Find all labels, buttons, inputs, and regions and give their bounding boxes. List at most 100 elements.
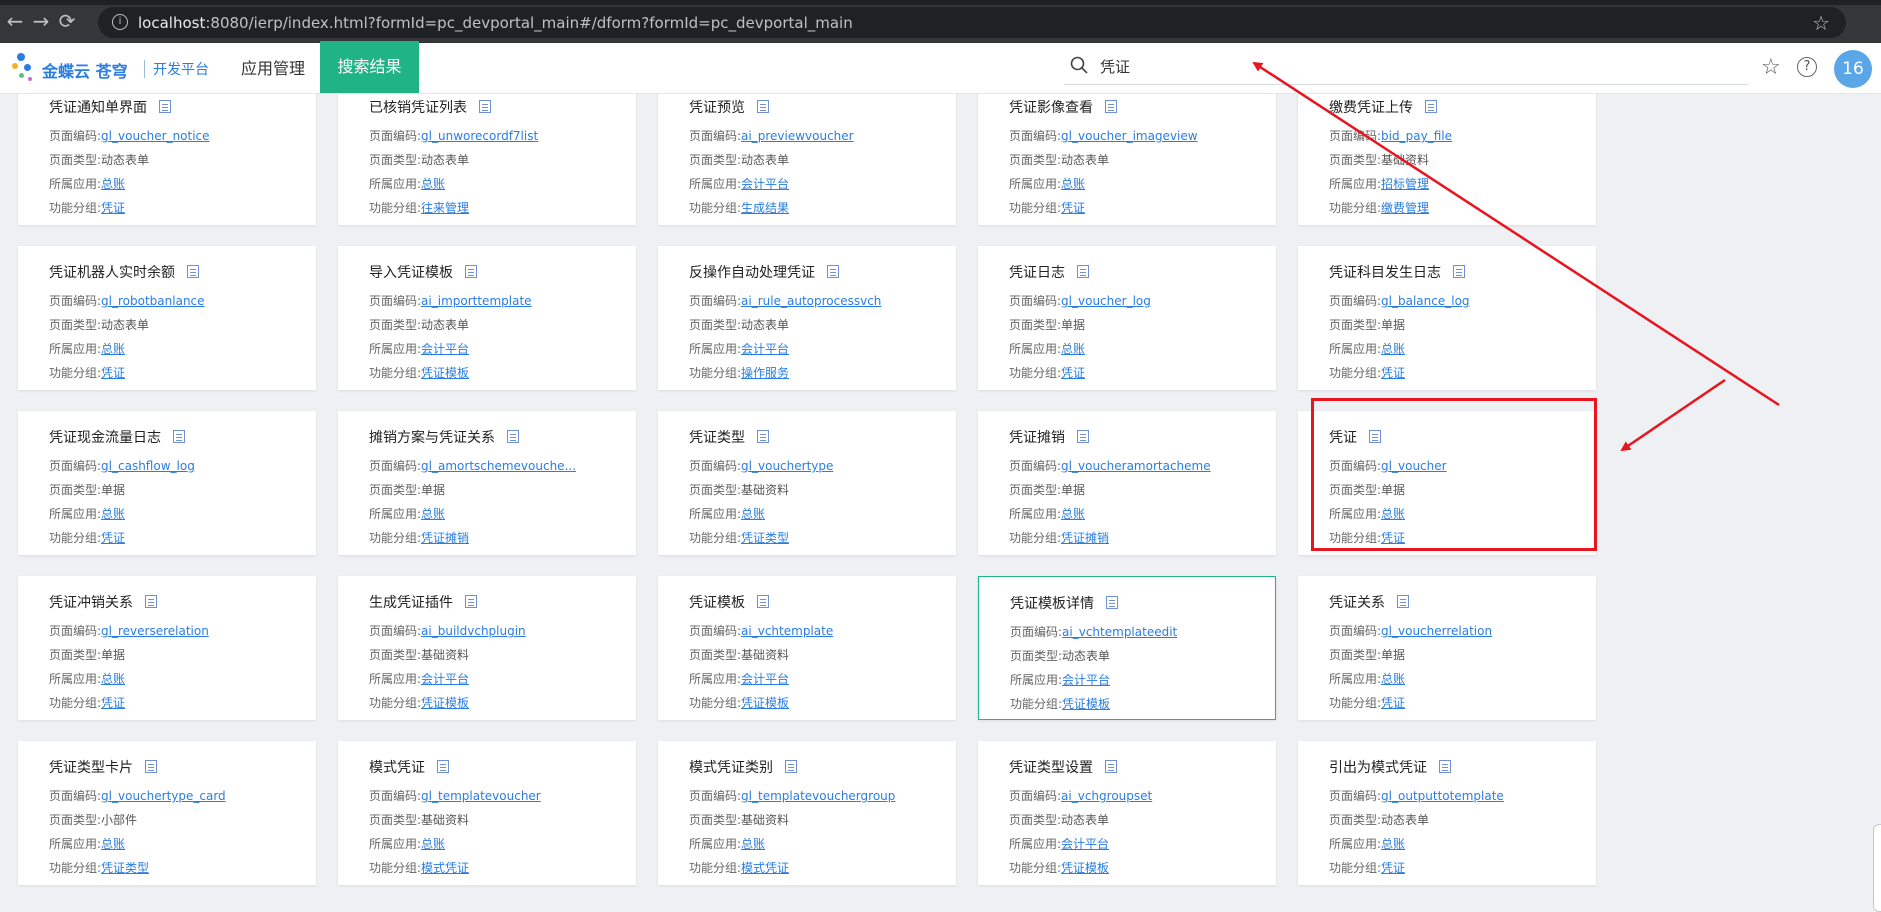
page-doc-icon[interactable] — [757, 100, 769, 113]
card-group-value[interactable]: 凭证模板 — [741, 696, 789, 710]
card-group-value[interactable]: 生成结果 — [741, 201, 789, 215]
card-app-value[interactable]: 总账 — [421, 507, 445, 521]
result-card[interactable]: 凭证日志 页面编码:gl_voucher_log 页面类型:单据 所属应用:总账 功能分… — [978, 246, 1276, 390]
result-card[interactable]: 凭证类型卡片 页面编码:gl_vouchertype_card 页面类型:小部件 所属… — [18, 741, 316, 885]
result-card[interactable]: 凭证关系 页面编码:gl_voucherrelation 页面类型:单据 所属应用:总… — [1298, 576, 1596, 720]
card-title[interactable]: 已核销凭证列表 — [369, 97, 491, 117]
card-title[interactable]: 凭证冲销关系 — [49, 592, 157, 612]
result-card[interactable]: 生成凭证插件 页面编码:ai_buildvchplugin 页面类型:基础资料 所属应… — [338, 576, 636, 720]
card-code-value[interactable]: ai_previewvoucher — [741, 129, 854, 143]
page-doc-icon[interactable] — [187, 265, 199, 278]
card-code-value[interactable]: bid_pay_file — [1381, 129, 1452, 143]
card-code-value[interactable]: gl_voucherrelation — [1381, 624, 1492, 638]
page-doc-icon[interactable] — [1077, 265, 1089, 278]
bookmark-star-icon[interactable]: ☆ — [1812, 11, 1830, 35]
card-group-value[interactable]: 凭证摊销 — [1061, 531, 1109, 545]
card-app-value[interactable]: 总账 — [101, 507, 125, 521]
card-title[interactable]: 引出为模式凭证 — [1329, 757, 1451, 777]
card-group-value[interactable]: 操作服务 — [741, 366, 789, 380]
result-card[interactable]: 缴费凭证上传 页面编码:bid_pay_file 页面类型:基础资料 所属应用:招标管… — [1298, 94, 1596, 225]
result-card[interactable]: 摊销方案与凭证关系 页面编码:gl_amortschemevouche... 页面类… — [338, 411, 636, 555]
card-title[interactable]: 导入凭证模板 — [369, 262, 477, 282]
card-code-value[interactable]: gl_outputtotemplate — [1381, 789, 1504, 803]
scrollbar-handle[interactable] — [1873, 824, 1881, 912]
result-card[interactable]: 凭证预览 页面编码:ai_previewvoucher 页面类型:动态表单 所属应用:… — [658, 94, 956, 225]
card-title[interactable]: 凭证科目发生日志 — [1329, 262, 1465, 282]
card-code-value[interactable]: gl_balance_log — [1381, 294, 1470, 308]
card-title[interactable]: 凭证现金流量日志 — [49, 427, 185, 447]
page-doc-icon[interactable] — [465, 595, 477, 608]
url-text[interactable]: localhost:8080/ierp/index.html?formId=pc… — [138, 14, 853, 32]
card-title[interactable]: 凭证日志 — [1009, 262, 1089, 282]
card-code-value[interactable]: gl_vouchertype — [741, 459, 833, 473]
result-card[interactable]: 凭证影像查看 页面编码:gl_voucher_imageview 页面类型:动态表单… — [978, 94, 1276, 225]
page-doc-icon[interactable] — [827, 265, 839, 278]
card-title[interactable]: 缴费凭证上传 — [1329, 97, 1437, 117]
logo[interactable]: 金蝶云 苍穹 开发平台 — [12, 51, 212, 85]
card-app-value[interactable]: 总账 — [101, 672, 125, 686]
card-code-value[interactable]: gl_unworecordf7list — [421, 129, 538, 143]
result-card[interactable]: 凭证类型 页面编码:gl_vouchertype 页面类型:基础资料 所属应用:总账功… — [658, 411, 956, 555]
nav-app-management[interactable]: 应用管理 — [228, 43, 318, 93]
card-app-value[interactable]: 总账 — [1381, 672, 1405, 686]
page-doc-icon[interactable] — [1397, 595, 1409, 608]
page-doc-icon[interactable] — [1425, 100, 1437, 113]
page-doc-icon[interactable] — [1105, 100, 1117, 113]
card-title[interactable]: 凭证摊销 — [1009, 427, 1089, 447]
card-app-value[interactable]: 总账 — [1061, 177, 1085, 191]
search-box[interactable] — [1064, 48, 1748, 85]
result-card[interactable]: 凭证模板详情 页面编码:ai_vchtemplateedit 页面类型:动态表单 所属… — [978, 576, 1276, 720]
card-group-value[interactable]: 凭证类型 — [741, 531, 789, 545]
card-group-value[interactable]: 凭证 — [1381, 366, 1405, 380]
result-card[interactable]: 凭证摊销 页面编码:gl_voucheramortacheme 页面类型:单据 所属应… — [978, 411, 1276, 555]
card-title[interactable]: 凭证类型 — [689, 427, 769, 447]
page-doc-icon[interactable] — [159, 100, 171, 113]
card-code-value[interactable]: ai_vchtemplateedit — [1062, 625, 1177, 639]
card-code-value[interactable]: ai_vchtemplate — [741, 624, 833, 638]
result-card[interactable]: 凭证冲销关系 页面编码:gl_reverserelation 页面类型:单据 所属应用… — [18, 576, 316, 720]
search-icon[interactable] — [1070, 56, 1088, 74]
card-app-value[interactable]: 总账 — [1381, 342, 1405, 356]
card-code-value[interactable]: ai_buildvchplugin — [421, 624, 526, 638]
card-group-value[interactable]: 凭证 — [101, 366, 125, 380]
page-doc-icon[interactable] — [145, 760, 157, 773]
card-title[interactable]: 模式凭证 — [369, 757, 449, 777]
card-code-value[interactable]: gl_voucher_imageview — [1061, 129, 1198, 143]
card-title[interactable]: 凭证关系 — [1329, 592, 1409, 612]
card-title[interactable]: 凭证预览 — [689, 97, 769, 117]
card-group-value[interactable]: 凭证 — [1061, 201, 1085, 215]
card-group-value[interactable]: 凭证摊销 — [421, 531, 469, 545]
card-code-value[interactable]: ai_rule_autoprocessvch — [741, 294, 881, 308]
forward-icon[interactable]: → — [30, 10, 52, 32]
card-code-value[interactable]: gl_amortschemevouche... — [421, 459, 576, 473]
card-title[interactable]: 凭证类型卡片 — [49, 757, 157, 777]
card-app-value[interactable]: 总账 — [101, 342, 125, 356]
card-app-value[interactable]: 会计平台 — [741, 342, 789, 356]
page-doc-icon[interactable] — [145, 595, 157, 608]
card-group-value[interactable]: 模式凭证 — [421, 861, 469, 875]
page-doc-icon[interactable] — [173, 430, 185, 443]
search-input[interactable] — [1098, 52, 1702, 80]
result-card[interactable]: 引出为模式凭证 页面编码:gl_outputtotemplate 页面类型:动态表单… — [1298, 741, 1596, 885]
page-doc-icon[interactable] — [465, 265, 477, 278]
card-app-value[interactable]: 会计平台 — [421, 342, 469, 356]
card-code-value[interactable]: gl_robotbanlance — [101, 294, 204, 308]
result-card[interactable]: 凭证科目发生日志 页面编码:gl_balance_log 页面类型:单据 所属应用:总… — [1298, 246, 1596, 390]
page-doc-icon[interactable] — [757, 595, 769, 608]
result-card[interactable]: 反操作自动处理凭证 页面编码:ai_rule_autoprocessvch 页面类型… — [658, 246, 956, 390]
result-card[interactable]: 凭证机器人实时余额 页面编码:gl_robotbanlance 页面类型:动态表单所… — [18, 246, 316, 390]
card-group-value[interactable]: 凭证模板 — [421, 696, 469, 710]
card-group-value[interactable]: 凭证模板 — [1062, 697, 1110, 711]
address-bar[interactable]: i localhost:8080/ierp/index.html?formId=… — [98, 7, 1846, 38]
card-title[interactable]: 凭证模板详情 — [1010, 593, 1118, 613]
card-group-value[interactable]: 凭证 — [101, 696, 125, 710]
page-doc-icon[interactable] — [437, 760, 449, 773]
card-app-value[interactable]: 总账 — [101, 837, 125, 851]
site-info-icon[interactable]: i — [112, 14, 128, 30]
card-code-value[interactable]: gl_templatevoucher — [421, 789, 541, 803]
reload-icon[interactable]: ⟳ — [56, 10, 78, 32]
card-title[interactable]: 凭证通知单界面 — [49, 97, 171, 117]
page-doc-icon[interactable] — [785, 760, 797, 773]
card-title[interactable]: 反操作自动处理凭证 — [689, 262, 839, 282]
nav-search-results[interactable]: 搜索结果 — [320, 41, 419, 93]
